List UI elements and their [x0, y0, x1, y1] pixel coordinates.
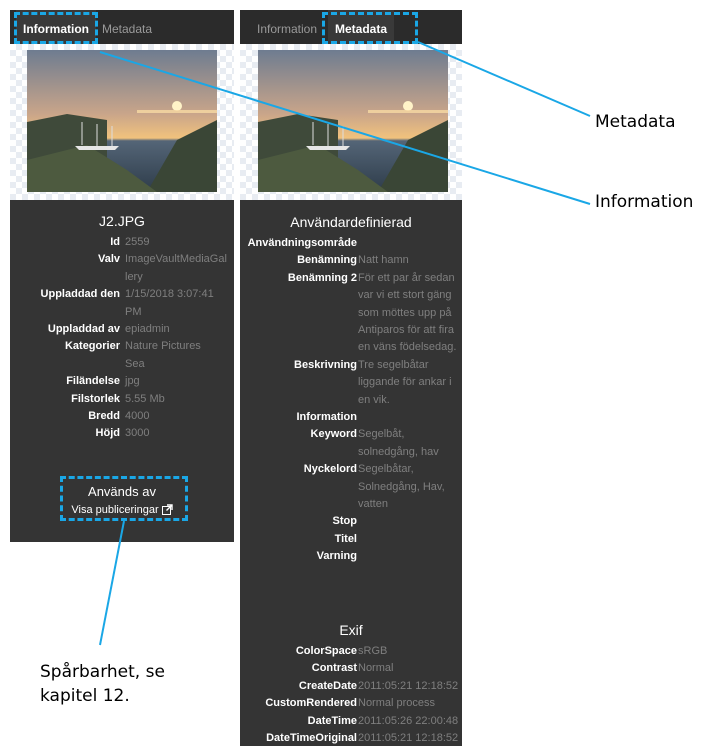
- callout-traceability-line1: Spårbarhet, se: [40, 662, 165, 682]
- callout-metadata: Metadata: [595, 112, 676, 132]
- callout-traceability-line2: kapitel 12.: [40, 686, 130, 706]
- callout-information: Information: [595, 192, 694, 212]
